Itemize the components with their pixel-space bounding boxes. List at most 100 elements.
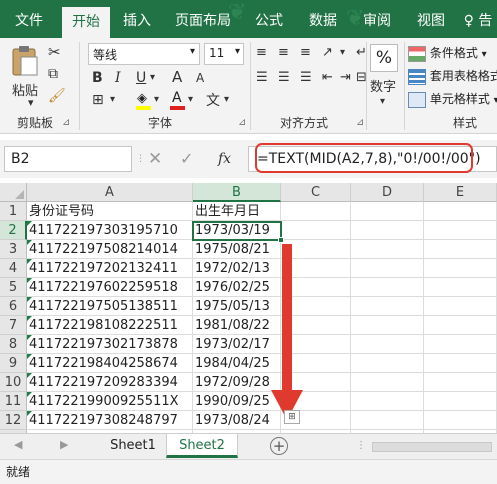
tab-data[interactable]: 数据: [302, 0, 344, 38]
cell-d1[interactable]: [351, 202, 424, 221]
decrease-indent-icon[interactable]: ⇤: [322, 70, 333, 85]
orientation-dropdown-icon[interactable]: ▾: [340, 47, 345, 58]
cell-c2[interactable]: [281, 221, 351, 240]
phonetic-dropdown-icon[interactable]: ▾: [224, 94, 229, 105]
row-header[interactable]: 9: [0, 354, 27, 373]
row-header[interactable]: 7: [0, 316, 27, 335]
underline-button[interactable]: U: [136, 70, 146, 86]
align-middle-icon[interactable]: ≡: [278, 45, 289, 60]
insert-function-icon[interactable]: fx: [218, 146, 231, 172]
cell-d9[interactable]: [351, 354, 424, 373]
sheet-tab-sheet2[interactable]: Sheet2: [166, 434, 238, 458]
scroll-right-icon[interactable]: ▶: [60, 438, 68, 451]
cell-a11[interactable]: 41172219900925511X: [27, 392, 193, 411]
fill-color-button[interactable]: ◈: [136, 91, 152, 110]
font-name-select[interactable]: 等线 ▾: [88, 43, 200, 65]
orientation-icon[interactable]: ↗: [322, 45, 333, 60]
column-header-e[interactable]: E: [424, 183, 497, 202]
align-center-icon[interactable]: ☰: [278, 70, 290, 85]
underline-dropdown-icon[interactable]: ▾: [150, 72, 155, 83]
format-painter-icon[interactable]: 🖌: [48, 88, 66, 104]
cell-a9[interactable]: 411722198404258674: [27, 354, 193, 373]
column-header-b[interactable]: B: [193, 183, 281, 202]
cell-e7[interactable]: [424, 316, 497, 335]
number-dropdown-icon[interactable]: ▾: [380, 96, 385, 107]
font-size-select[interactable]: 11 ▾: [204, 43, 244, 65]
cell-a6[interactable]: 411722197505138511: [27, 297, 193, 316]
cell-e4[interactable]: [424, 259, 497, 278]
cell-styles-button[interactable]: 单元格样式 ▾: [408, 90, 497, 110]
paste-dropdown-icon[interactable]: ▾: [28, 96, 34, 109]
font-color-button[interactable]: A: [170, 90, 186, 110]
cell-d11[interactable]: [351, 392, 424, 411]
cell-a2[interactable]: 411722197303195710: [27, 221, 193, 240]
tab-formulas[interactable]: 公式: [248, 0, 290, 38]
row-header[interactable]: 4: [0, 259, 27, 278]
cell-d2[interactable]: [351, 221, 424, 240]
italic-button[interactable]: I: [115, 70, 121, 86]
column-header-a[interactable]: A: [27, 183, 193, 202]
cell-e11[interactable]: [424, 392, 497, 411]
row-header[interactable]: 12: [0, 411, 27, 430]
cell-a5[interactable]: 411722197602259518: [27, 278, 193, 297]
cell-d7[interactable]: [351, 316, 424, 335]
cancel-icon[interactable]: ✕: [148, 146, 162, 172]
cell-c1[interactable]: [281, 202, 351, 221]
cell-a7[interactable]: 411722198108222511: [27, 316, 193, 335]
font-color-dropdown-icon[interactable]: ▾: [188, 94, 193, 105]
align-bottom-icon[interactable]: ≡: [300, 45, 311, 60]
alignment-launcher-icon[interactable]: ⊿: [356, 117, 364, 128]
row-header[interactable]: 5: [0, 278, 27, 297]
align-right-icon[interactable]: ☰: [300, 70, 312, 85]
row-header[interactable]: 3: [0, 240, 27, 259]
cell-a12[interactable]: 411722197308248797: [27, 411, 193, 430]
enter-check-icon[interactable]: ✓: [180, 146, 193, 172]
tab-splitter-icon[interactable]: ⋮: [356, 440, 366, 451]
cell-d3[interactable]: [351, 240, 424, 259]
align-left-icon[interactable]: ☰: [256, 70, 268, 85]
paste-label[interactable]: 粘贴: [12, 80, 38, 99]
cell-a4[interactable]: 411722197202132411: [27, 259, 193, 278]
horizontal-scrollbar[interactable]: [372, 442, 492, 452]
cell-d5[interactable]: [351, 278, 424, 297]
tab-home[interactable]: 开始: [62, 7, 110, 38]
tab-insert[interactable]: 插入: [114, 0, 160, 38]
cell-e1[interactable]: [424, 202, 497, 221]
tell-me-help[interactable]: ♀ 告: [458, 0, 497, 38]
font-launcher-icon[interactable]: ⊿: [238, 117, 246, 128]
paste-button[interactable]: [10, 44, 40, 78]
row-header[interactable]: 8: [0, 335, 27, 354]
cell-a3[interactable]: 411722197508214014: [27, 240, 193, 259]
conditional-formatting-button[interactable]: 条件格式 ▾: [408, 44, 487, 64]
cell-a8[interactable]: 411722197302173878: [27, 335, 193, 354]
number-format-button[interactable]: %: [370, 44, 398, 72]
row-header[interactable]: 6: [0, 297, 27, 316]
sheet-tab-sheet1[interactable]: Sheet1: [100, 434, 166, 458]
cell-b1[interactable]: 出生年月日: [193, 202, 281, 221]
tab-view[interactable]: 视图: [410, 0, 452, 38]
row-header[interactable]: 1: [0, 202, 27, 221]
cell-d6[interactable]: [351, 297, 424, 316]
cell-a10[interactable]: 411722197209283394: [27, 373, 193, 392]
copy-icon[interactable]: ⧉: [48, 66, 58, 82]
row-header[interactable]: 10: [0, 373, 27, 392]
cell-e3[interactable]: [424, 240, 497, 259]
increase-indent-icon[interactable]: ⇥: [340, 70, 351, 85]
add-sheet-button[interactable]: +: [270, 437, 288, 455]
cell-e10[interactable]: [424, 373, 497, 392]
cell-e8[interactable]: [424, 335, 497, 354]
row-header[interactable]: 11: [0, 392, 27, 411]
format-as-table-button[interactable]: 套用表格格式: [408, 67, 497, 87]
cell-d8[interactable]: [351, 335, 424, 354]
clipboard-launcher-icon[interactable]: ⊿: [62, 117, 70, 128]
align-top-icon[interactable]: ≡: [256, 45, 267, 60]
cell-e6[interactable]: [424, 297, 497, 316]
bold-button[interactable]: B: [92, 70, 103, 86]
scroll-left-icon[interactable]: ◀: [14, 438, 22, 451]
number-label[interactable]: 数字: [370, 76, 396, 95]
auto-fill-options-icon[interactable]: ⊞: [284, 410, 300, 424]
name-box[interactable]: B2: [4, 146, 132, 172]
cell-e2[interactable]: [424, 221, 497, 240]
fill-handle[interactable]: [278, 237, 284, 243]
cell-d4[interactable]: [351, 259, 424, 278]
